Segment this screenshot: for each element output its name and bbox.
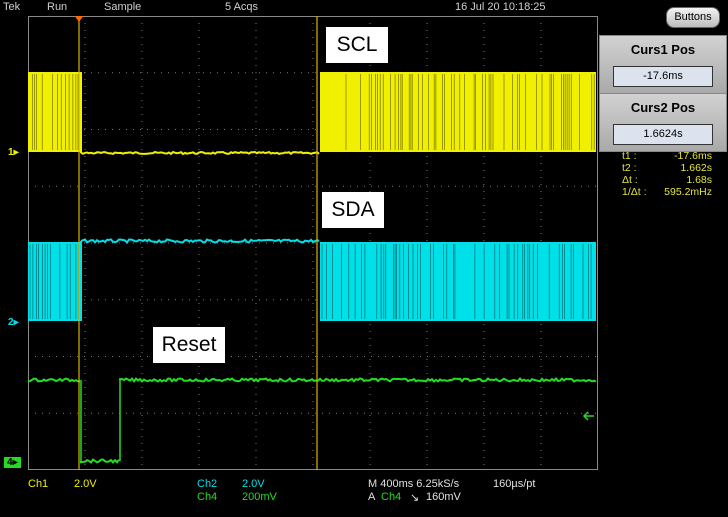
status-bar: Tek Run Sample 5 Acqs 16 Jul 20 10:18:25 [0,0,600,16]
scl-idle-low [80,150,320,156]
readout-row: Δt :1.68s [622,174,712,186]
sda-label: SDA [322,192,384,228]
readout-row: t2 :1.662s [622,162,712,174]
cursor1-title: Curs1 Pos [630,42,696,57]
acquisition-count: 5 Acqs [225,1,259,13]
sda-idle-high [80,238,320,245]
bottom-status-bar: Ch1 2.0V Ch2 2.0V Ch4 200mV M 400ms 6.25… [0,472,728,517]
waveform-canvas [28,16,598,470]
cursor-readouts: t1 : -17.6ms t2 :1.662s Δt :1.68s 1/Δt :5… [616,150,724,198]
readout-row: t1 : -17.6ms [622,150,712,162]
trigger-slope-icon[interactable]: ↘ [410,491,419,504]
readout-row: 1/Δt :595.2mHz [622,186,712,198]
cursor2-panel[interactable]: Curs2 Pos 1.6624s [599,93,727,152]
sda-burst-end-band [320,242,596,321]
reset-label: Reset [153,327,225,363]
ch2-name[interactable]: Ch2 [197,478,217,490]
scl-burst-end-band [320,72,596,152]
ch4-ground-marker[interactable]: 4▸ [4,457,21,468]
cursor2-title: Curs2 Pos [630,100,696,115]
run-state: Run [47,1,68,13]
trigger-prefix: A [368,491,376,503]
ch1-scale[interactable]: 2.0V [74,478,97,490]
trigger-position-marker [74,16,84,22]
record-resolution: 160µs/pt [493,478,536,490]
cursor2-position-field[interactable]: 1.6624s [613,124,713,145]
brand-label: Tek [3,1,21,13]
date-time: 16 Jul 20 10:18:25 [455,1,546,13]
cursor1-panel[interactable]: Curs1 Pos -17.6ms [599,35,727,94]
ch2-scale[interactable]: 2.0V [242,478,265,490]
ch1-name[interactable]: Ch1 [28,478,48,490]
cursor1-position-field[interactable]: -17.6ms [613,66,713,87]
trigger-source[interactable]: Ch4 [381,491,401,503]
ch1-ground-marker[interactable]: 1▸ [8,147,19,158]
timebase-readout[interactable]: M 400ms 6.25kS/s [368,478,459,490]
buttons-button[interactable]: Buttons [666,7,720,28]
ch2-ground-marker[interactable]: 2▸ [8,317,19,328]
reset-high-after [119,376,597,383]
waveform-display: SCL SDA Reset [28,16,598,470]
scl-label: SCL [326,27,388,63]
trigger-level[interactable]: 160mV [426,491,461,503]
ch4-name[interactable]: Ch4 [197,491,217,503]
ch4-scale[interactable]: 200mV [242,491,277,503]
reset-low [80,458,120,464]
acquisition-mode: Sample [104,1,142,13]
reset-high-before [28,377,81,383]
sda-burst-start-band [28,242,81,321]
